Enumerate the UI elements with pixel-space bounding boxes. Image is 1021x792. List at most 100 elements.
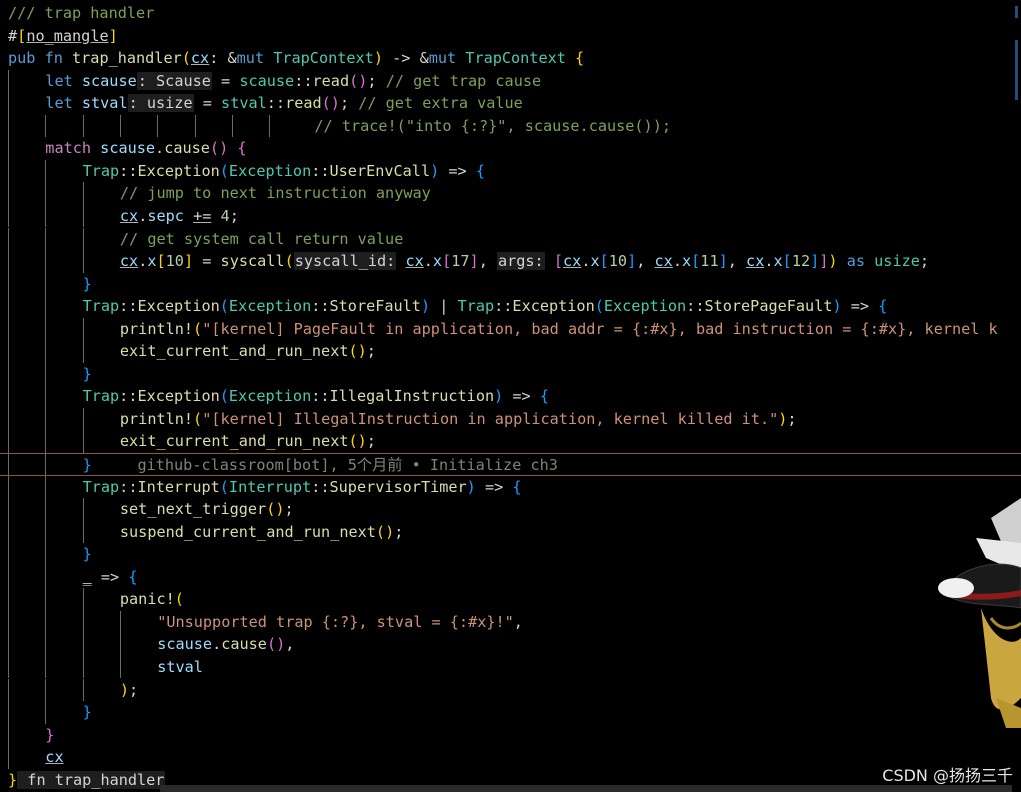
code-token: :: (494, 297, 513, 316)
code-token: cx (746, 252, 765, 271)
code-token: fn (44, 49, 73, 68)
code-token: { (539, 387, 549, 406)
indent-guide (82, 340, 84, 363)
code-token: sepc (147, 206, 184, 225)
code-token: syscall (220, 252, 285, 271)
inlay-hint: fn trap_handler (17, 770, 166, 789)
code-token: += (193, 206, 212, 225)
code-token: 10 (165, 252, 184, 271)
code-line[interactable]: cx.x[10] = syscall(syscall_id: cx.x[17],… (0, 250, 1021, 273)
code-text: exit_current_and_run_next(); (120, 340, 376, 363)
code-token: cx (119, 206, 139, 225)
code-token: ; (366, 342, 376, 361)
code-editor[interactable]: /// trap handler #[no_mangle] pub fn trap_… (0, 0, 1021, 792)
code-token: ) (420, 297, 431, 316)
inlay-hint: args: (496, 252, 545, 271)
horizontal-scrollbar[interactable] (160, 785, 1012, 792)
code-token: -> (382, 49, 420, 68)
code-token: no_mangle (26, 26, 109, 45)
code-line[interactable]: let scause: Scause = scause::read(); // … (0, 69, 1021, 93)
code-line[interactable]: panic!( (0, 588, 1021, 611)
code-text: // get system call return value (120, 228, 403, 251)
code-token: StorePageFault (704, 297, 833, 316)
code-line[interactable]: _ => { (0, 565, 1021, 589)
code-line[interactable]: "Unsupported trap {:?}, stval = {:#x}!", (0, 610, 1021, 634)
code-text: } (83, 701, 92, 724)
code-text: set_next_trigger(); (120, 498, 294, 521)
indent-guide (119, 114, 121, 138)
code-text: println!("[kernel] PageFault in applicat… (120, 318, 998, 341)
indent-guide (119, 655, 121, 679)
code-line[interactable]: } (0, 272, 1021, 296)
code-token: "[kernel] PageFault in application, bad … (202, 319, 998, 338)
code-line[interactable]: exit_current_and_run_next(); (0, 430, 1021, 453)
code-token: "[kernel] IllegalInstruction in applicat… (202, 409, 779, 428)
code-token: = (211, 71, 240, 90)
indent-guide (8, 430, 9, 453)
indent-guide (45, 610, 47, 634)
code-token: ( (193, 319, 203, 338)
indent-guide (8, 746, 9, 769)
code-line[interactable]: Trap::Exception(Exception::IllegalInstru… (0, 385, 1021, 408)
code-line[interactable]: } (0, 723, 1021, 747)
code-token: ) (119, 680, 130, 699)
code-token: UserEnvCall (329, 161, 431, 180)
code-token: let (45, 94, 82, 113)
code-token: => (475, 477, 513, 496)
indent-guide (45, 655, 47, 679)
indent-guide (45, 227, 47, 251)
code-line[interactable]: pub fn trap_handler(cx: &mut TrapContext… (0, 47, 1021, 70)
code-line[interactable]: /// trap handler (0, 2, 1021, 25)
code-line[interactable]: cx.sepc += 4; (0, 204, 1021, 228)
indent-guide (45, 159, 47, 183)
indent-guide (8, 250, 9, 273)
code-line[interactable]: stval (0, 655, 1021, 679)
code-line[interactable]: set_next_trigger(); (0, 498, 1021, 521)
code-token: TrapContext (273, 49, 374, 68)
code-line[interactable]: ); (0, 678, 1021, 702)
code-line[interactable]: } (0, 362, 1021, 386)
code-line[interactable]: println!("[kernel] IllegalInstruction in… (0, 407, 1021, 431)
code-token: ; (367, 71, 386, 90)
code-line[interactable]: // trace!("into {:?}", scause.cause()); (0, 114, 1021, 138)
code-line[interactable]: // jump to next instruction anyway (0, 182, 1021, 205)
code-token: () (266, 500, 285, 519)
code-token: // get extra value (358, 94, 523, 113)
code-line[interactable]: } (0, 701, 1021, 724)
code-token: :: (311, 387, 330, 406)
code-line[interactable]: suspend_current_and_run_next(); (0, 520, 1021, 544)
code-token: ] (108, 26, 118, 45)
code-line[interactable]: #[no_mangle] (0, 25, 1021, 48)
code-line[interactable]: let stval: usize = stval::read(); // get… (0, 92, 1021, 115)
code-line[interactable]: } github-classroom[bot], 5个月前 • Initiali… (0, 453, 1021, 476)
indent-guide (8, 475, 9, 499)
code-token: x (590, 252, 600, 271)
code-line[interactable]: match scause.cause() { (0, 137, 1021, 160)
code-line[interactable]: } (0, 543, 1021, 566)
indent-guide (8, 588, 9, 611)
code-token: Exception (228, 161, 312, 180)
indent-guide (8, 182, 9, 205)
code-line[interactable]: exit_current_and_run_next(); (0, 340, 1021, 363)
code-line[interactable]: scause.cause(), (0, 633, 1021, 656)
indent-guide (45, 565, 47, 589)
code-text: // trace!("into {:?}", scause.cause()); (314, 115, 671, 138)
indent-guide (8, 227, 9, 251)
code-token: ( (219, 161, 229, 180)
indent-guide (45, 701, 47, 724)
code-token: Interrupt (137, 477, 220, 496)
code-line[interactable]: Trap::Interrupt(Interrupt::SupervisorTim… (0, 475, 1021, 499)
indent-guide (82, 114, 84, 138)
code-line[interactable]: // get system call return value (0, 227, 1021, 251)
code-line[interactable]: Trap::Exception(Exception::StoreFault) |… (0, 295, 1021, 318)
code-token: :: (686, 297, 705, 316)
code-line[interactable]: println!("[kernel] PageFault in applicat… (0, 317, 1021, 341)
code-token: 17 (451, 252, 470, 271)
code-token: :: (119, 387, 138, 406)
code-token: ; (129, 680, 139, 699)
code-token: => (503, 387, 540, 406)
code-line[interactable]: Trap::Exception(Exception::UserEnvCall) … (0, 159, 1021, 183)
code-line[interactable]: cx (0, 746, 1021, 769)
code-text: } fn trap_handler (8, 769, 166, 792)
